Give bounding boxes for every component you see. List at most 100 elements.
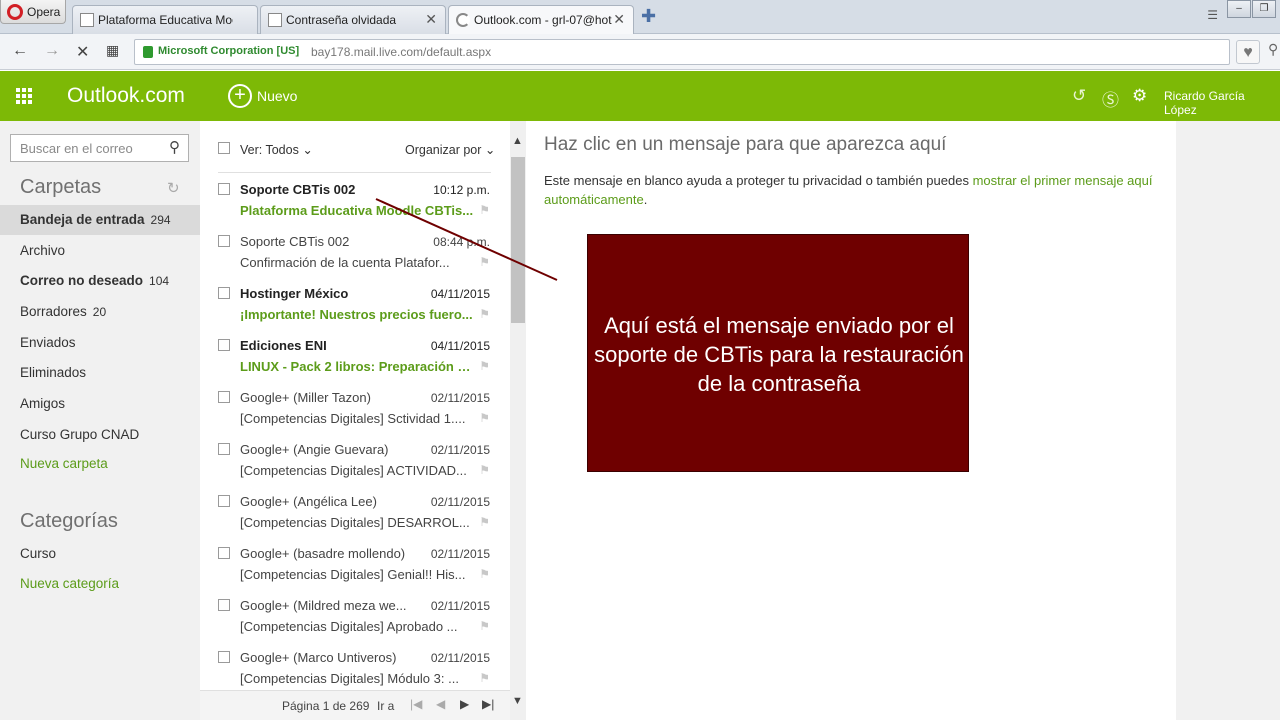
pagination: Página 1 de 269 Ir a |◀ ◀ ▶ ▶| xyxy=(200,690,510,720)
folder-label: Borradores xyxy=(20,304,87,319)
url-field[interactable]: Microsoft Corporation [US] bay178.mail.l… xyxy=(134,39,1230,65)
window-controls: ‒ ❐ xyxy=(1226,0,1276,20)
search-input[interactable]: Buscar en el correo ⚲ xyxy=(10,134,189,162)
folder-amigos[interactable]: Amigos xyxy=(0,389,200,419)
undo-icon[interactable]: ↺ xyxy=(1072,86,1086,106)
annotation-text: Aquí está el mensaje enviado por el sopo… xyxy=(594,313,964,396)
message-sender: Ediciones ENI xyxy=(240,338,327,353)
tab-outlook[interactable]: Outlook.com - grl-07@hot ✕ xyxy=(448,5,634,35)
message-row[interactable]: Soporte CBTis 002 10:12 p.m. Plataforma … xyxy=(200,173,510,225)
message-subject: [Competencias Digitales] Módulo 3: ... xyxy=(240,671,459,686)
folder-pane: Buscar en el correo ⚲ Carpetas ↻ Bandeja… xyxy=(0,121,200,720)
tab-menu-icon[interactable]: ☰ xyxy=(1207,8,1218,22)
message-row[interactable]: Hostinger México 04/11/2015 ¡Importante!… xyxy=(200,277,510,329)
search-icon[interactable]: ⚲ xyxy=(169,138,180,156)
message-date: 02/11/2015 xyxy=(430,443,490,457)
folder-curso-grupo[interactable]: Curso Grupo CNAD xyxy=(0,420,200,450)
new-message-button[interactable]: + Nuevo xyxy=(228,83,297,109)
message-date: 08:44 p.m. xyxy=(433,235,490,249)
message-row[interactable]: Google+ (Miller Tazon) 02/11/2015 [Compe… xyxy=(200,381,510,433)
message-checkbox[interactable] xyxy=(218,339,230,351)
refresh-icon[interactable]: ↻ xyxy=(167,179,180,197)
scroll-down-icon[interactable]: ▼ xyxy=(512,695,523,707)
message-row[interactable]: Google+ (Mildred meza we... 02/11/2015 [… xyxy=(200,589,510,641)
next-page-icon[interactable]: ▶ xyxy=(460,697,469,711)
message-checkbox[interactable] xyxy=(218,183,230,195)
flag-icon[interactable]: ⚑ xyxy=(479,359,490,373)
folder-inbox[interactable]: Bandeja de entrada 294 xyxy=(0,205,200,235)
select-all-checkbox[interactable] xyxy=(218,142,230,154)
view-filter-dropdown[interactable]: Ver: Todos ⌄ xyxy=(240,142,313,157)
flag-icon[interactable]: ⚑ xyxy=(479,307,490,321)
maximize-icon[interactable]: ❐ xyxy=(1252,0,1276,18)
message-sender: Soporte CBTis 002 xyxy=(240,182,356,197)
message-row[interactable]: Google+ (Angie Guevara) 02/11/2015 [Comp… xyxy=(200,433,510,485)
flag-icon[interactable]: ⚑ xyxy=(479,671,490,685)
tab-contrasena[interactable]: Contraseña olvidada ✕ xyxy=(260,5,446,34)
flag-icon[interactable]: ⚑ xyxy=(479,619,490,633)
folder-archive[interactable]: Archivo xyxy=(0,236,200,266)
stop-icon[interactable]: ✕ xyxy=(76,42,89,62)
message-row[interactable]: Soporte CBTis 002 08:44 p.m. Confirmació… xyxy=(200,225,510,277)
scroll-up-icon[interactable]: ▲ xyxy=(512,135,523,147)
minimize-icon[interactable]: ‒ xyxy=(1227,0,1251,18)
flag-icon[interactable]: ⚑ xyxy=(479,515,490,529)
opera-menu-button[interactable]: Opera xyxy=(0,0,66,24)
previous-page-icon[interactable]: ◀ xyxy=(436,697,445,711)
certificate-org: Microsoft Corporation [US] xyxy=(158,45,300,57)
flag-icon[interactable]: ⚑ xyxy=(479,411,490,425)
last-page-icon[interactable]: ▶| xyxy=(482,697,494,711)
app-launcher-icon[interactable] xyxy=(16,88,32,104)
message-row[interactable]: Google+ (basadre mollendo) 02/11/2015 [C… xyxy=(200,537,510,589)
message-checkbox[interactable] xyxy=(218,287,230,299)
speed-dial-icon[interactable]: ▦ xyxy=(106,42,119,59)
message-checkbox[interactable] xyxy=(218,495,230,507)
goto-page-button[interactable]: Ir a xyxy=(377,699,394,713)
folder-count: 104 xyxy=(149,274,170,288)
skype-icon[interactable]: Ⓢ xyxy=(1102,86,1119,111)
brand-title[interactable]: Outlook.com xyxy=(67,84,185,108)
message-checkbox[interactable] xyxy=(218,651,230,663)
tab-plataforma[interactable]: Plataforma Educativa Moo xyxy=(72,5,258,34)
message-row[interactable]: Ediciones ENI 04/11/2015 LINUX - Pack 2 … xyxy=(200,329,510,381)
bookmark-heart-icon[interactable]: ♥ xyxy=(1236,40,1260,64)
folder-label: Archivo xyxy=(20,243,66,258)
message-row[interactable]: Google+ (Angélica Lee) 02/11/2015 [Compe… xyxy=(200,485,510,537)
folder-sent[interactable]: Enviados xyxy=(0,328,200,358)
first-page-icon[interactable]: |◀ xyxy=(410,697,422,711)
message-checkbox[interactable] xyxy=(218,599,230,611)
flag-icon[interactable]: ⚑ xyxy=(479,255,490,269)
folder-drafts[interactable]: Borradores 20 xyxy=(0,297,200,327)
back-icon[interactable]: ← xyxy=(12,42,28,60)
new-tab-icon[interactable]: ✚ xyxy=(641,6,656,27)
message-subject: [Competencias Digitales] Genial!! His... xyxy=(240,567,466,582)
flag-icon[interactable]: ⚑ xyxy=(479,567,490,581)
new-folder-link[interactable]: Nueva carpeta xyxy=(0,449,200,479)
message-subject: [Competencias Digitales] Aprobado ... xyxy=(240,619,458,634)
folder-junk[interactable]: Correo no deseado 104 xyxy=(0,266,200,296)
tab-label: Contraseña olvidada xyxy=(286,13,397,27)
close-icon[interactable]: ✕ xyxy=(613,11,625,28)
user-name[interactable]: Ricardo García López xyxy=(1164,89,1280,117)
message-checkbox[interactable] xyxy=(218,443,230,455)
extension-icon[interactable]: ⚲ xyxy=(1268,41,1278,58)
sort-dropdown[interactable]: Organizar por ⌄ xyxy=(405,142,495,157)
message-checkbox[interactable] xyxy=(218,391,230,403)
page-icon xyxy=(268,13,282,27)
new-category-link[interactable]: Nueva categoría xyxy=(0,569,200,599)
message-checkbox[interactable] xyxy=(218,235,230,247)
flag-icon[interactable]: ⚑ xyxy=(479,463,490,477)
message-checkbox[interactable] xyxy=(218,547,230,559)
forward-icon[interactable]: → xyxy=(44,42,60,60)
close-icon[interactable]: ✕ xyxy=(425,11,437,28)
message-row[interactable]: Google+ (Marco Untiveros) 02/11/2015 [Co… xyxy=(200,641,510,693)
category-curso[interactable]: Curso xyxy=(0,539,200,569)
folder-deleted[interactable]: Eliminados xyxy=(0,358,200,388)
flag-icon[interactable]: ⚑ xyxy=(479,203,490,217)
gear-icon[interactable]: ⚙ xyxy=(1132,86,1147,106)
view-filter-label: Ver: Todos xyxy=(240,143,299,157)
list-scrollbar[interactable]: ▲ ▼ xyxy=(510,121,526,720)
folder-label: Bandeja de entrada xyxy=(20,212,145,227)
message-sender: Google+ (Angie Guevara) xyxy=(240,442,389,457)
scrollbar-thumb[interactable] xyxy=(511,157,525,323)
